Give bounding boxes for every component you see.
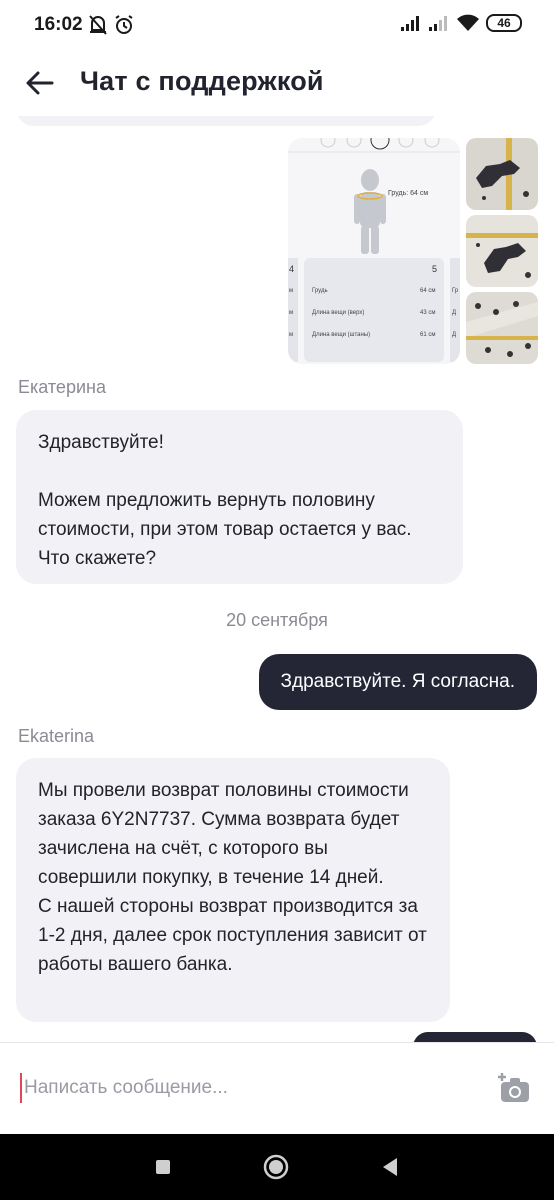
- app-bar: Чат с поддержкой: [0, 50, 554, 116]
- chest-measure-label: Грудь: 64 см: [388, 190, 429, 197]
- recent-apps-icon[interactable]: [150, 1154, 176, 1180]
- size-row-value: 64 см: [420, 288, 436, 294]
- camera-add-icon[interactable]: [498, 1071, 532, 1105]
- status-indicators: 46: [400, 14, 522, 32]
- sender-name: Ekaterina: [18, 726, 95, 746]
- back-nav-icon[interactable]: [377, 1154, 403, 1180]
- date-separator: 20 сентября: [226, 610, 328, 630]
- product-photo-graphic: [466, 215, 538, 287]
- home-icon[interactable]: [263, 1154, 289, 1180]
- outgoing-message-partial: [413, 1032, 537, 1042]
- wifi-icon: [457, 14, 479, 31]
- signal-icon: [401, 16, 419, 31]
- previous-message-bubble: [16, 116, 436, 126]
- size-left-cut: м: [289, 310, 294, 316]
- incoming-message[interactable]: Здравствуйте! Можем предложить вернуть п…: [16, 410, 463, 584]
- size-chart-image[interactable]: Грудь: 64 см 4 5 Грудь 64 см Длина вещи …: [288, 138, 460, 364]
- size-chart-graphic: [288, 138, 460, 362]
- size-row-value: 43 см: [420, 310, 436, 316]
- system-nav-bar: [0, 1134, 554, 1200]
- product-photo-graphic: [466, 138, 538, 210]
- outgoing-message[interactable]: Здравствуйте. Я согласна.: [258, 654, 537, 710]
- product-photo-thumbnail[interactable]: [466, 292, 538, 364]
- page-title: Чат с поддержкой: [80, 66, 324, 96]
- message-input[interactable]: Написать сообщение...: [20, 1073, 460, 1103]
- size-row-label: Грудь: [312, 288, 328, 294]
- alarm-icon: [115, 15, 133, 34]
- size-right-cut: Д: [452, 332, 457, 338]
- size-left-cut: м: [289, 288, 294, 294]
- status-time: 16:02: [34, 14, 83, 35]
- composer-bar: Написать сообщение...: [0, 1042, 554, 1134]
- size-row-label: Длина вещи (штаны): [312, 332, 371, 338]
- product-photo-graphic: [466, 292, 538, 364]
- size-right-label: 5: [432, 264, 438, 274]
- size-right-cut: Гр: [452, 288, 459, 294]
- product-photo-thumbnail[interactable]: [466, 215, 538, 287]
- chat-messages[interactable]: Грудь: 64 см 4 5 Грудь 64 см Длина вещи …: [0, 116, 554, 1042]
- size-row-value: 61 см: [420, 332, 436, 338]
- sender-name: Екатерина: [18, 377, 106, 397]
- incoming-message[interactable]: Мы провели возврат половины стоимости за…: [16, 758, 450, 1022]
- size-left-label: 4: [289, 264, 295, 274]
- alarm-off-icon: [89, 15, 107, 35]
- battery-indicator: 46: [486, 14, 522, 32]
- size-left-cut: м: [289, 332, 294, 338]
- status-bar: 16:02 46: [0, 0, 554, 50]
- arrow-left-icon[interactable]: [24, 67, 56, 99]
- image-attachments[interactable]: Грудь: 64 см 4 5 Грудь 64 см Длина вещи …: [288, 138, 538, 364]
- size-right-cut: Д: [452, 310, 457, 316]
- signal-weak-icon: [429, 16, 447, 31]
- size-row-label: Длина вещи (верх): [312, 310, 365, 316]
- product-photo-thumbnail[interactable]: [466, 138, 538, 210]
